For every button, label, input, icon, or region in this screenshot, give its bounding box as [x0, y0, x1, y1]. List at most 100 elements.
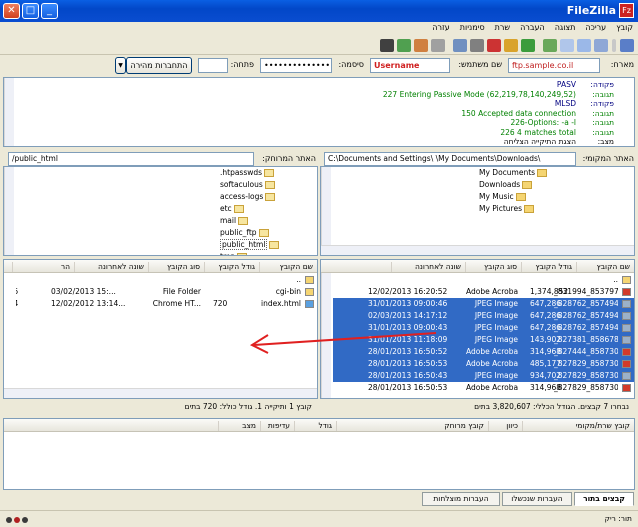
toggle-local-tree-icon[interactable] [577, 39, 591, 52]
col-size[interactable]: גודל הקובץ [521, 262, 574, 272]
sync-browse-icon[interactable] [397, 39, 411, 52]
compare-icon[interactable] [414, 39, 428, 52]
file-type: JPEG Image [474, 371, 518, 380]
disconnect-icon[interactable] [470, 39, 484, 52]
menu-transfer[interactable]: העברה [515, 22, 550, 33]
file-row[interactable]: .. [333, 274, 634, 286]
tree-item[interactable]: softaculous [220, 179, 277, 190]
site-manager-icon[interactable] [620, 39, 634, 52]
col-type[interactable]: סוג הקובץ [465, 262, 519, 272]
file-modified: 02/03/2013 14:17:12 [368, 311, 448, 320]
tree-item[interactable]: access-logs [220, 191, 277, 202]
menu-view[interactable]: תצוגה [550, 22, 581, 33]
file-icon [622, 372, 631, 380]
remote-path-label: האתר המרוחק: [262, 154, 316, 163]
menu-server[interactable]: שרת [490, 22, 515, 33]
tab-failed-transfers[interactable]: העברות שנכשלו [502, 492, 572, 506]
port-input[interactable] [198, 58, 228, 73]
col-filename[interactable]: שם הקובץ [259, 262, 315, 272]
folder-icon [265, 193, 276, 201]
tree-item-label: access-logs [220, 192, 264, 201]
file-row[interactable]: index.html 720 Chrome HT... 12/02/2012 13:1… [16, 298, 317, 310]
file-row[interactable]: _827829_858730...485,177Adobe Acrobat28/… [333, 358, 634, 370]
log-line: תגובה: 150 Accepted data connection [4, 109, 634, 119]
tree-item[interactable]: Downloads [479, 179, 534, 190]
refresh-icon[interactable] [521, 39, 535, 52]
local-tree-hscrollbar[interactable] [321, 245, 634, 255]
menu-file[interactable]: קובץ [611, 22, 638, 33]
tree-item-label: tmp [220, 252, 235, 255]
file-modified: 12/02/2012 13:14... [51, 299, 126, 308]
col-size[interactable]: גודל הקובץ [204, 262, 257, 272]
maximize-icon[interactable]: □ [22, 3, 39, 19]
file-row[interactable]: .. [16, 274, 317, 286]
menu-help[interactable]: עזרה [427, 22, 455, 33]
tree-item[interactable]: tmp [220, 251, 249, 255]
log-scrollbar[interactable] [4, 78, 14, 146]
cancel-icon[interactable] [487, 39, 501, 52]
folder-icon [264, 181, 275, 189]
col-queue-status[interactable]: מצב [218, 421, 258, 431]
reconnect-icon[interactable] [453, 39, 467, 52]
toggle-log-icon[interactable] [594, 39, 608, 52]
username-input[interactable]: Username [370, 58, 450, 73]
tree-item[interactable]: etc [220, 203, 246, 214]
file-modified: 28/01/2013 16:50:53 [368, 359, 448, 368]
tab-queued-files[interactable]: קבצים בתור [574, 492, 634, 506]
password-input[interactable]: •••••••••••••• [260, 58, 332, 73]
folder-icon [537, 169, 548, 177]
toggle-remote-tree-icon[interactable] [560, 39, 574, 52]
find-files-icon[interactable] [380, 39, 394, 52]
tree-item[interactable]: public_html [220, 239, 281, 250]
local-tree: My Documents Downloads My Music My Pictures [320, 166, 635, 256]
log-line: מצב: הצגת התיקייה הצליחה [4, 137, 634, 146]
quickconnect-dropdown-icon[interactable]: ▼ [115, 57, 126, 74]
menu-bookmarks[interactable]: סימניות [455, 22, 490, 33]
col-type[interactable]: סוג הקובץ [148, 262, 202, 272]
col-priority[interactable]: עדיפות [260, 421, 292, 431]
file-row[interactable]: _828762_857494...647,286JPEG Image02/03/… [333, 310, 634, 322]
remote-tree-scrollbar[interactable] [4, 167, 14, 255]
filter-icon[interactable] [431, 39, 445, 52]
col-queue-size[interactable]: גודל [294, 421, 334, 431]
file-size: 485,177 [530, 359, 562, 368]
tab-successful-transfers[interactable]: העברות מוצלחות [422, 492, 500, 506]
tree-item[interactable]: mail [220, 215, 250, 226]
tree-item[interactable]: My Pictures [479, 203, 536, 214]
tree-item[interactable]: public_ftp [220, 227, 271, 238]
col-modified[interactable]: שונה לאחרונה [391, 262, 463, 272]
process-queue-icon[interactable] [504, 39, 518, 52]
dropdown-icon[interactable] [612, 39, 616, 52]
tree-item[interactable]: .htpasswds [220, 167, 276, 178]
col-direction[interactable]: כיוון [488, 421, 520, 431]
file-row[interactable]: cgi-bin File Folder 03/02/2013 15:... 755 [16, 286, 317, 298]
toggle-queue-icon[interactable] [543, 39, 557, 52]
quickconnect-button[interactable]: התחברות מהירה [126, 57, 192, 74]
col-modified[interactable]: שונה לאחרונה [74, 262, 146, 272]
folder-icon [305, 288, 314, 296]
menu-edit[interactable]: עריכה [580, 22, 611, 33]
remote-list-hscrollbar[interactable] [4, 388, 317, 398]
local-tree-scrollbar[interactable] [321, 167, 331, 245]
file-row[interactable]: _827829_858730...934,702JPEG Image28/01/… [333, 370, 634, 382]
file-row[interactable]: _828762_857494...647,286JPEG Image31/01/… [333, 298, 634, 310]
local-path-input[interactable]: C:\Documents and Settings\ \My Documents… [324, 152, 576, 166]
queue-status-text: תור: ריק [604, 514, 632, 523]
col-permissions[interactable]: הר [12, 262, 72, 272]
col-server-file[interactable]: קובץ שרת/מקומי [522, 421, 632, 431]
file-size: 314,968 [530, 383, 562, 392]
file-type: Adobe Acrobat [466, 347, 518, 356]
file-row[interactable]: _827829_858730...314,968Adobe Acrobat28/… [333, 382, 634, 394]
remote-path-input[interactable]: /public_html [8, 152, 254, 166]
tree-item-label: softaculous [220, 180, 263, 189]
close-icon[interactable]: ✕ [3, 3, 20, 19]
host-input[interactable]: ftp.sample.co.il [508, 58, 600, 73]
log-line: תגובה: 226 4 matches total [4, 128, 634, 138]
remote-tree: .htpasswds softaculous access-logs etc mail p… [3, 166, 318, 256]
col-filename[interactable]: שם הקובץ [576, 262, 632, 272]
minimize-icon[interactable]: _ [41, 3, 58, 19]
tree-item[interactable]: My Music [479, 191, 528, 202]
file-row[interactable]: _831994_853797...1,374,852Adobe Acrobat1… [333, 286, 634, 298]
tree-item[interactable]: My Documents [479, 167, 549, 178]
col-remote-file[interactable]: קובץ מרוחק [336, 421, 486, 431]
